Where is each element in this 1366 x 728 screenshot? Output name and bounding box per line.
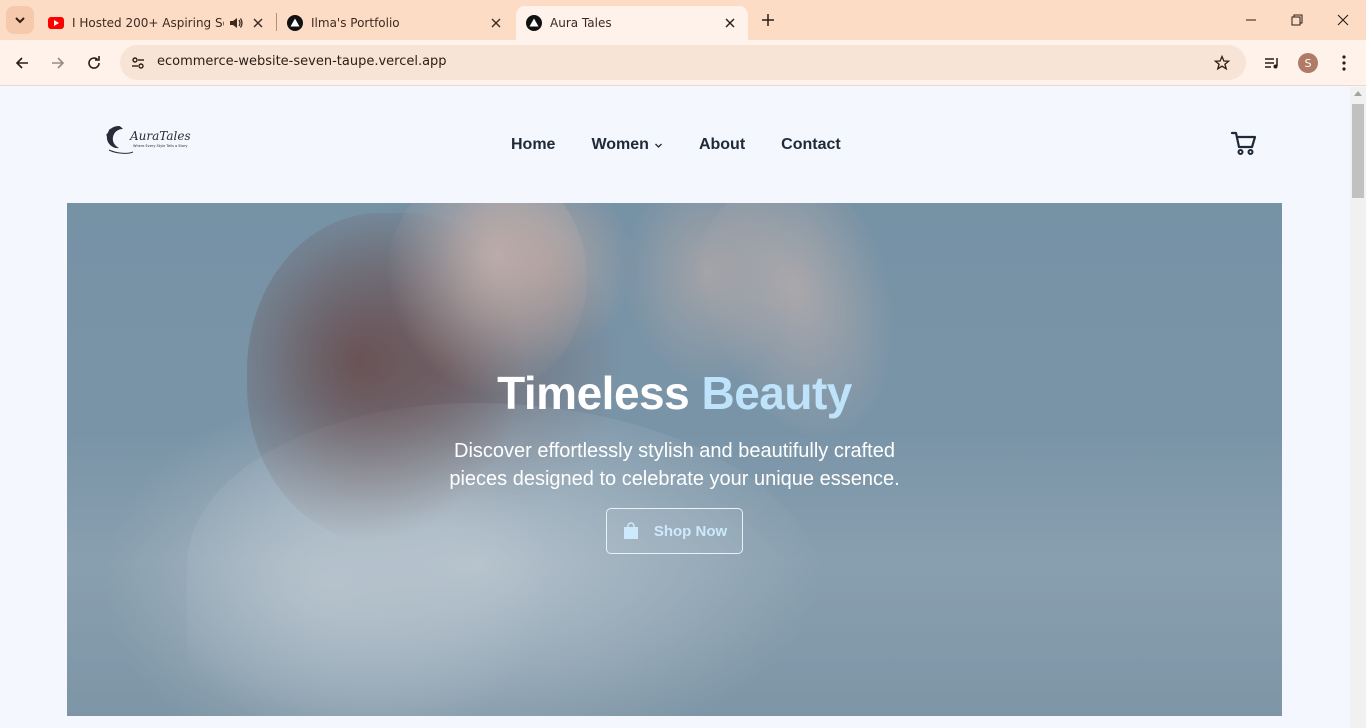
close-icon bbox=[491, 18, 501, 28]
media-controls-button[interactable] bbox=[1258, 49, 1286, 77]
nav-women-label: Women bbox=[591, 136, 649, 153]
minimize-icon bbox=[1246, 19, 1256, 21]
bookmark-star-icon[interactable] bbox=[1212, 53, 1232, 73]
address-bar[interactable]: ecommerce-website-seven-taupe.vercel.app bbox=[120, 45, 1246, 80]
url-text[interactable]: ecommerce-website-seven-taupe.vercel.app bbox=[157, 54, 447, 69]
speaker-icon[interactable] bbox=[228, 15, 244, 31]
vercel-triangle-icon bbox=[287, 15, 303, 31]
vercel-triangle-icon bbox=[526, 15, 542, 31]
chevron-down-icon bbox=[654, 141, 663, 150]
close-icon bbox=[253, 18, 263, 28]
tab-youtube[interactable]: I Hosted 200+ Aspiring Sof bbox=[38, 6, 276, 40]
tab-close-button[interactable] bbox=[722, 15, 738, 31]
hero-subtitle-line-1: Discover effortlessly stylish and beauti… bbox=[454, 440, 895, 462]
scroll-up-arrow-icon[interactable] bbox=[1354, 91, 1362, 96]
site-info-icon[interactable] bbox=[128, 53, 148, 73]
arrow-left-icon bbox=[15, 57, 28, 69]
back-button[interactable] bbox=[8, 49, 36, 77]
restore-icon bbox=[1291, 14, 1303, 26]
reload-icon bbox=[88, 56, 100, 69]
cart-button[interactable] bbox=[1230, 129, 1258, 157]
hero-title-word-2: Beauty bbox=[701, 367, 852, 419]
nav-women[interactable]: Women bbox=[591, 136, 662, 154]
close-icon bbox=[1337, 14, 1349, 26]
shopping-bag-icon bbox=[623, 522, 638, 539]
nav-contact[interactable]: Contact bbox=[781, 136, 841, 154]
restore-button[interactable] bbox=[1274, 0, 1320, 40]
reload-button[interactable] bbox=[80, 49, 108, 77]
site-logo[interactable]: AuraTales Where Every Style Tells a Stor… bbox=[103, 122, 191, 158]
nav-about[interactable]: About bbox=[699, 136, 745, 154]
youtube-icon bbox=[48, 17, 64, 29]
tab-title: Aura Tales bbox=[550, 16, 612, 30]
forward-button[interactable] bbox=[44, 49, 72, 77]
more-vertical-icon bbox=[1342, 55, 1346, 71]
browser-menu-button[interactable] bbox=[1330, 49, 1358, 77]
tab-title: Ilma's Portfolio bbox=[311, 16, 400, 30]
web-page: AuraTales Where Every Style Tells a Stor… bbox=[0, 87, 1350, 728]
hero-subtitle: Discover effortlessly stylish and beauti… bbox=[67, 437, 1282, 493]
new-tab-button[interactable] bbox=[756, 8, 780, 32]
hero-title-word-1: Timeless bbox=[497, 367, 690, 419]
minimize-button[interactable] bbox=[1228, 0, 1274, 40]
logo-emblem-icon bbox=[106, 126, 133, 154]
profile-button[interactable]: S bbox=[1294, 49, 1322, 77]
chevron-down-icon bbox=[15, 17, 25, 24]
page-scrollbar[interactable] bbox=[1350, 87, 1366, 728]
tab-title: I Hosted 200+ Aspiring Sof bbox=[72, 16, 224, 30]
arrow-right-icon bbox=[52, 57, 65, 69]
nav-home[interactable]: Home bbox=[511, 136, 555, 154]
shopping-cart-icon bbox=[1230, 131, 1257, 155]
scrollbar-thumb[interactable] bbox=[1352, 104, 1364, 198]
tab-search-button[interactable] bbox=[6, 6, 34, 34]
hero-subtitle-line-2: pieces designed to celebrate your unique… bbox=[449, 468, 900, 490]
shop-now-label: Shop Now bbox=[653, 522, 728, 540]
media-queue-icon bbox=[1265, 58, 1278, 69]
browser-toolbar: ecommerce-website-seven-taupe.vercel.app… bbox=[0, 40, 1366, 86]
hero-title: Timeless Beauty bbox=[67, 366, 1282, 420]
avatar: S bbox=[1298, 53, 1318, 73]
logo-wordmark: AuraTales bbox=[130, 129, 191, 143]
plus-icon bbox=[762, 14, 774, 26]
main-navigation: Home Women About Contact bbox=[511, 136, 841, 154]
tab-aura-tales[interactable]: Aura Tales bbox=[516, 6, 748, 40]
hero-banner: Timeless Beauty Discover effortlessly st… bbox=[67, 203, 1282, 716]
tab-portfolio[interactable]: Ilma's Portfolio bbox=[277, 6, 514, 40]
close-window-button[interactable] bbox=[1320, 0, 1366, 40]
tab-close-button[interactable] bbox=[488, 15, 504, 31]
shop-now-button[interactable]: Shop Now bbox=[606, 508, 743, 554]
tab-close-button[interactable] bbox=[250, 15, 266, 31]
browser-tab-strip: I Hosted 200+ Aspiring Sof Ilma's Portfo… bbox=[0, 0, 1366, 40]
close-icon bbox=[725, 18, 735, 28]
logo-tagline: Where Every Style Tells a Story bbox=[133, 144, 188, 148]
